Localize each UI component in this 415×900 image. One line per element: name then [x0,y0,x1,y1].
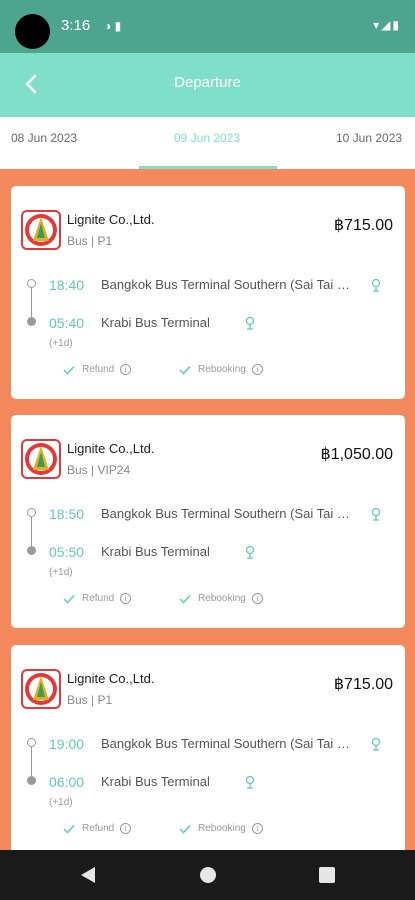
rebooking-label: Rebooking [198,593,246,604]
operator-logo [21,210,61,250]
day-offset: (+1d) [49,797,73,808]
vehicle-type: Bus | VIP24 [67,463,131,477]
operator-name: Lignite Co.,Ltd. [67,441,155,456]
vehicle-type: Bus | P1 [67,234,113,248]
info-icon[interactable]: i [251,364,263,375]
departure-time: 18:50 [49,506,85,522]
arrival-dot [27,546,36,555]
departure-station: Bangkok Bus Terminal Southern (Sai Tai M… [101,736,353,751]
departure-station: Bangkok Bus Terminal Southern (Sai Tai M… [101,506,353,521]
rebooking-policy: Rebooking i [179,364,263,375]
system-nav-bar [0,850,415,900]
tab-selected-date[interactable]: 09 Jun 2023 [174,131,240,145]
nav-recents-icon[interactable] [319,867,335,883]
tab-prev-date[interactable]: 08 Jun 2023 [11,131,77,145]
arrival-time: 05:40 [49,315,85,331]
arrival-dot [27,317,36,326]
refund-policy: Refund i [63,823,132,834]
trip-card[interactable]: Lignite Co.,Ltd. Bus | P1 ฿715.00 19:00 … [11,645,405,850]
status-bar: 3:16 ◑ ▮ ▾◢▮ [0,0,415,53]
info-icon[interactable]: i [120,823,132,834]
timeline-line [31,513,32,550]
operator-name: Lignite Co.,Ltd. [67,212,155,227]
info-icon[interactable]: i [251,823,263,834]
arrival-dot [27,776,36,785]
location-pin-icon[interactable] [371,278,381,292]
trip-card[interactable]: Lignite Co.,Ltd. Bus | VIP24 ฿1,050.00 1… [11,415,405,628]
refund-label: Refund [82,823,115,834]
check-icon [179,365,191,375]
arrival-time: 05:50 [49,544,85,560]
operator-logo [21,669,61,709]
date-tabs: 08 Jun 2023 09 Jun 2023 10 Jun 2023 [0,117,415,169]
refund-label: Refund [82,364,115,375]
app-bar: Departure [0,53,415,117]
departure-station: Bangkok Bus Terminal Southern (Sai Tai M… [101,277,353,292]
info-icon[interactable]: i [120,364,132,375]
location-pin-icon[interactable] [245,775,255,789]
nav-back-icon[interactable] [79,866,97,884]
rebooking-policy: Rebooking i [179,823,263,834]
info-icon[interactable]: i [251,593,263,604]
day-offset: (+1d) [49,567,73,578]
camera-cutout [15,14,50,49]
rebooking-label: Rebooking [198,364,246,375]
trip-price: ฿715.00 [333,676,393,693]
trip-price: ฿715.00 [333,217,393,234]
refund-policy: Refund i [63,593,132,604]
rebooking-policy: Rebooking i [179,593,263,604]
location-pin-icon[interactable] [245,545,255,559]
departure-time: 19:00 [49,736,85,752]
active-tab-indicator [139,166,277,169]
signal-battery-icons: ▾◢▮ [373,18,401,32]
status-time: 3:16 [61,17,91,34]
refund-label: Refund [82,593,115,604]
timeline-line [31,743,32,780]
notification-icons: ◑ ▮ [104,19,122,33]
arrival-station: Krabi Bus Terminal [101,544,210,559]
check-icon [179,594,191,604]
operator-logo [21,439,61,479]
vehicle-type: Bus | P1 [67,693,113,707]
location-pin-icon[interactable] [371,737,381,751]
check-icon [63,824,75,834]
tab-next-date[interactable]: 10 Jun 2023 [336,131,402,145]
page-title: Departure [174,74,241,91]
departure-dot [27,279,36,288]
check-icon [179,824,191,834]
check-icon [63,594,75,604]
trip-card[interactable]: Lignite Co.,Ltd. Bus | P1 ฿715.00 18:40 … [11,186,405,399]
arrival-time: 06:00 [49,774,85,790]
departure-dot [27,738,36,747]
location-pin-icon[interactable] [245,316,255,330]
info-icon[interactable]: i [120,593,132,604]
day-offset: (+1d) [49,338,73,349]
departure-time: 18:40 [49,277,85,293]
location-pin-icon[interactable] [371,507,381,521]
nav-home-icon[interactable] [200,867,216,883]
timeline-line [31,284,32,321]
trip-price: ฿1,050.00 [320,446,393,463]
arrival-station: Krabi Bus Terminal [101,315,210,330]
refund-policy: Refund i [63,364,132,375]
check-icon [63,365,75,375]
arrival-station: Krabi Bus Terminal [101,774,210,789]
rebooking-label: Rebooking [198,823,246,834]
operator-name: Lignite Co.,Ltd. [67,671,155,686]
departure-dot [27,508,36,517]
